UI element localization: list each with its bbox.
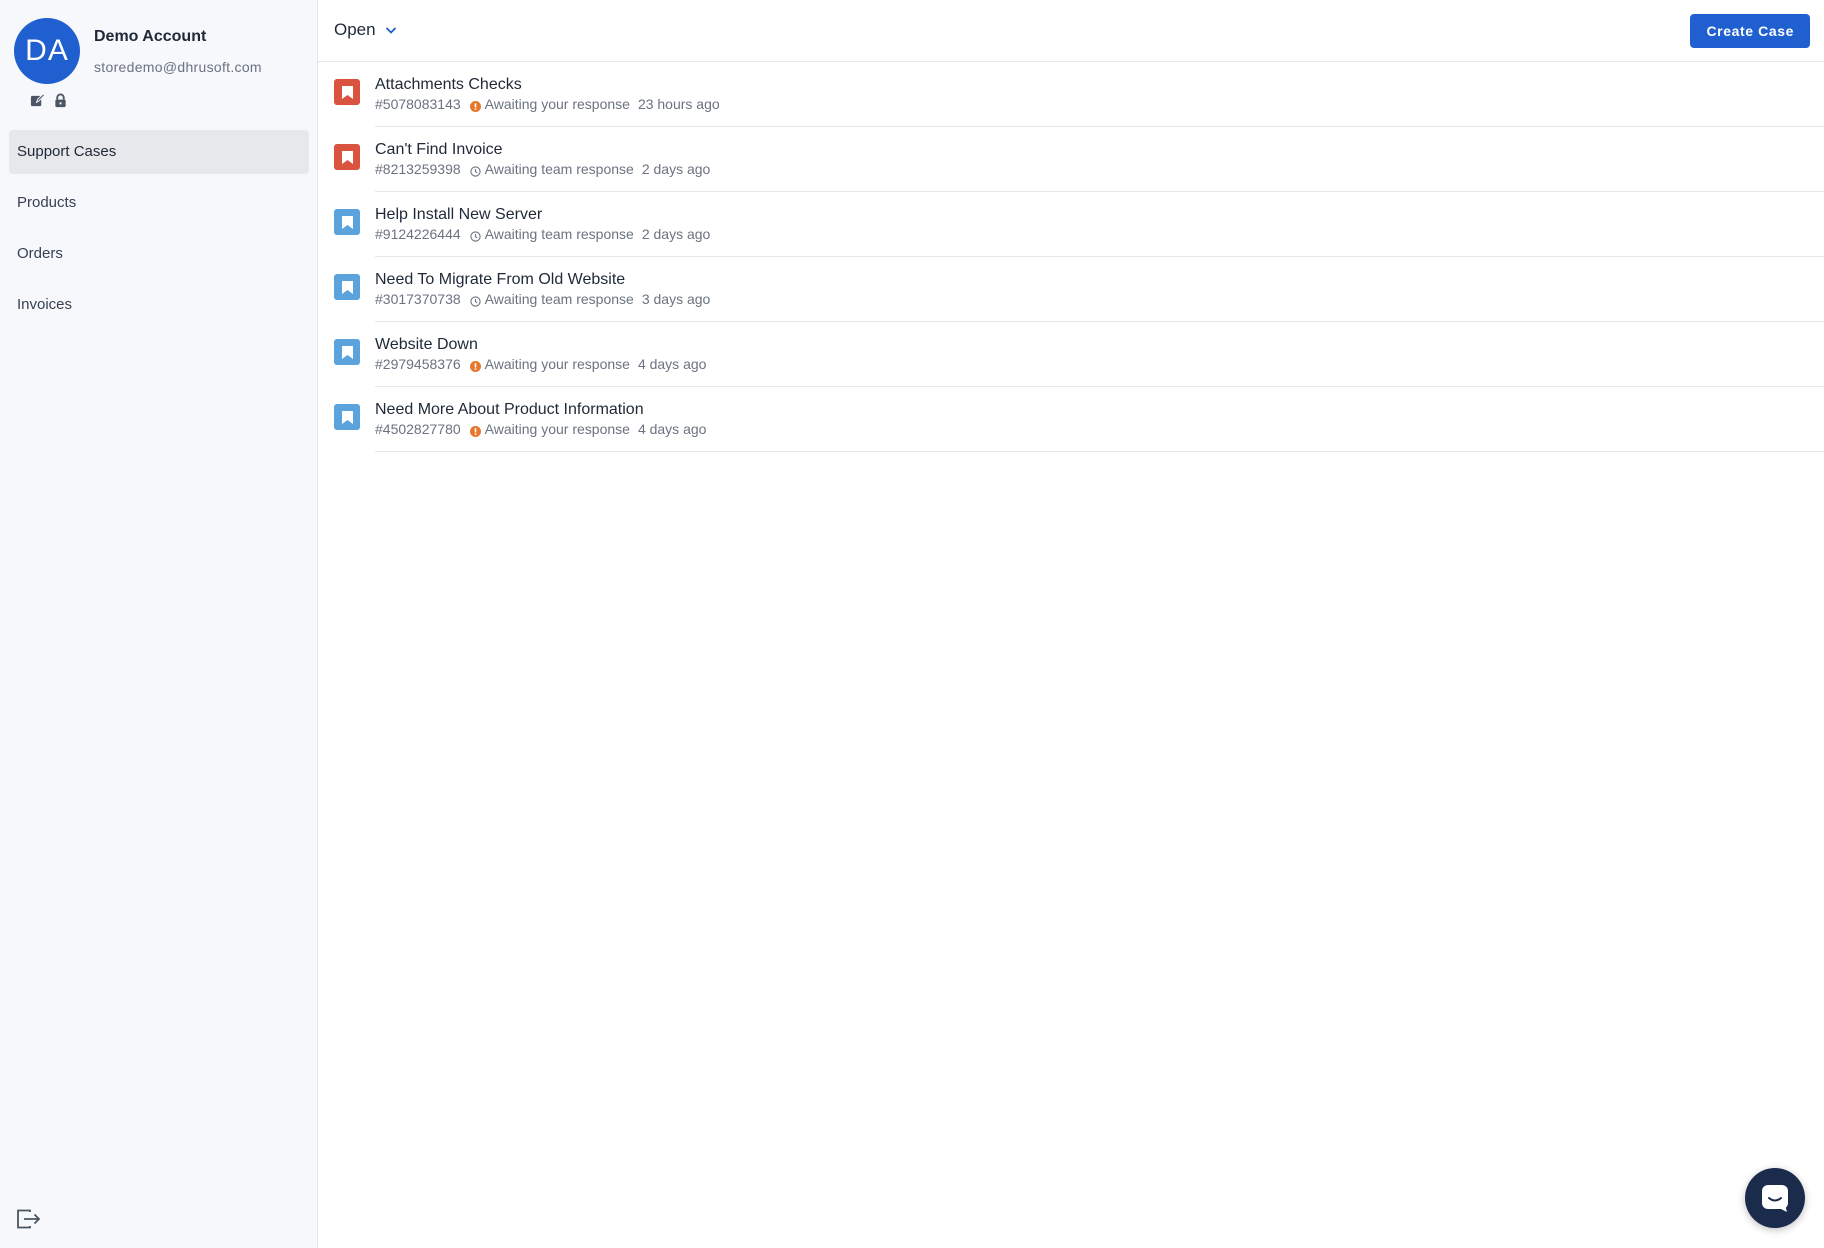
case-meta: #4502827780 Awaiting your response 4 days …: [375, 421, 706, 437]
case-title[interactable]: Website Down: [375, 336, 478, 354]
chevron-down-icon: [385, 27, 396, 34]
create-case-button[interactable]: Create Case: [1690, 14, 1810, 48]
alert-icon: [469, 424, 481, 437]
app: DA Demo Account storedemo@dhrusoft.com S…: [0, 0, 1824, 1248]
sidebar-nav: Support Cases Products Orders Invoices: [9, 130, 309, 334]
case-row[interactable]: Need To Migrate From Old Website #3017370…: [318, 257, 1824, 322]
bookmark-icon: [334, 274, 360, 300]
case-time: 4 days ago: [637, 421, 707, 437]
case-id: #9124226444: [375, 226, 461, 242]
bookmark-icon: [334, 339, 360, 365]
edit-icon[interactable]: [30, 93, 46, 108]
main-content: Open Create Case Attachments Checks #5078…: [318, 0, 1824, 1248]
status-filter-dropdown[interactable]: Open: [334, 20, 398, 40]
case-meta: #5078083143 Awaiting your response 23 hour…: [375, 96, 720, 112]
case-id: #2979458376: [375, 356, 461, 372]
case-row[interactable]: Can't Find Invoice #8213259398 Awaiting te…: [318, 127, 1824, 192]
sidebar: DA Demo Account storedemo@dhrusoft.com S…: [0, 0, 318, 1248]
case-status: Awaiting team response: [484, 226, 634, 242]
alert-icon: [469, 359, 481, 372]
case-time: 23 hours ago: [637, 96, 720, 112]
avatar[interactable]: DA: [14, 18, 80, 84]
sidebar-item-orders[interactable]: Orders: [9, 232, 309, 276]
case-id: #3017370738: [375, 291, 461, 307]
case-title[interactable]: Need To Migrate From Old Website: [375, 271, 625, 289]
clock-icon: [470, 294, 481, 307]
clock-icon: [470, 229, 481, 242]
chat-launcher-button[interactable]: [1745, 1168, 1805, 1228]
profile-email: storedemo@dhrusoft.com: [94, 59, 262, 75]
case-row[interactable]: Need More About Product Information #4502…: [318, 387, 1824, 452]
case-meta: #3017370738 Awaiting team response 3 days …: [375, 291, 710, 307]
case-time: 4 days ago: [637, 356, 707, 372]
case-id: #4502827780: [375, 421, 461, 437]
case-row[interactable]: Attachments Checks #5078083143 Awaiting yo…: [318, 62, 1824, 127]
sidebar-item-products[interactable]: Products: [9, 181, 309, 225]
case-meta: #2979458376 Awaiting your response 4 days …: [375, 356, 706, 372]
case-meta: #9124226444 Awaiting team response 2 days …: [375, 226, 710, 242]
case-title[interactable]: Need More About Product Information: [375, 401, 644, 419]
profile-actions: [30, 93, 68, 108]
case-id: #8213259398: [375, 161, 461, 177]
bookmark-icon: [334, 209, 360, 235]
case-id: #5078083143: [375, 96, 461, 112]
case-title[interactable]: Can't Find Invoice: [375, 141, 503, 159]
lock-icon[interactable]: [53, 93, 68, 108]
case-status: Awaiting team response: [484, 161, 634, 177]
case-list: Attachments Checks #5078083143 Awaiting yo…: [318, 62, 1824, 452]
case-time: 2 days ago: [641, 161, 711, 177]
case-status: Awaiting your response: [484, 421, 630, 437]
status-filter-label: Open: [334, 20, 376, 39]
case-status: Awaiting team response: [484, 291, 634, 307]
clock-icon: [470, 164, 481, 177]
case-time: 3 days ago: [641, 291, 711, 307]
case-status: Awaiting your response: [484, 96, 630, 112]
chat-icon: [1762, 1185, 1788, 1212]
case-meta: #8213259398 Awaiting team response 2 days …: [375, 161, 710, 177]
case-title[interactable]: Attachments Checks: [375, 76, 522, 94]
case-row[interactable]: Website Down #2979458376 Awaiting your res…: [318, 322, 1824, 387]
case-row[interactable]: Help Install New Server #9124226444 Awaiti…: [318, 192, 1824, 257]
bookmark-icon: [334, 79, 360, 105]
bookmark-icon: [334, 404, 360, 430]
case-time: 2 days ago: [641, 226, 711, 242]
logout-icon[interactable]: [16, 1208, 42, 1230]
alert-icon: [469, 99, 481, 112]
case-status: Awaiting your response: [484, 356, 630, 372]
case-title[interactable]: Help Install New Server: [375, 206, 542, 224]
profile-section: DA Demo Account storedemo@dhrusoft.com: [0, 0, 317, 124]
profile-name: Demo Account: [94, 28, 207, 45]
sidebar-item-support-cases[interactable]: Support Cases: [9, 130, 309, 174]
toolbar: Open Create Case: [318, 0, 1824, 62]
bookmark-icon: [334, 144, 360, 170]
sidebar-item-invoices[interactable]: Invoices: [9, 283, 309, 327]
